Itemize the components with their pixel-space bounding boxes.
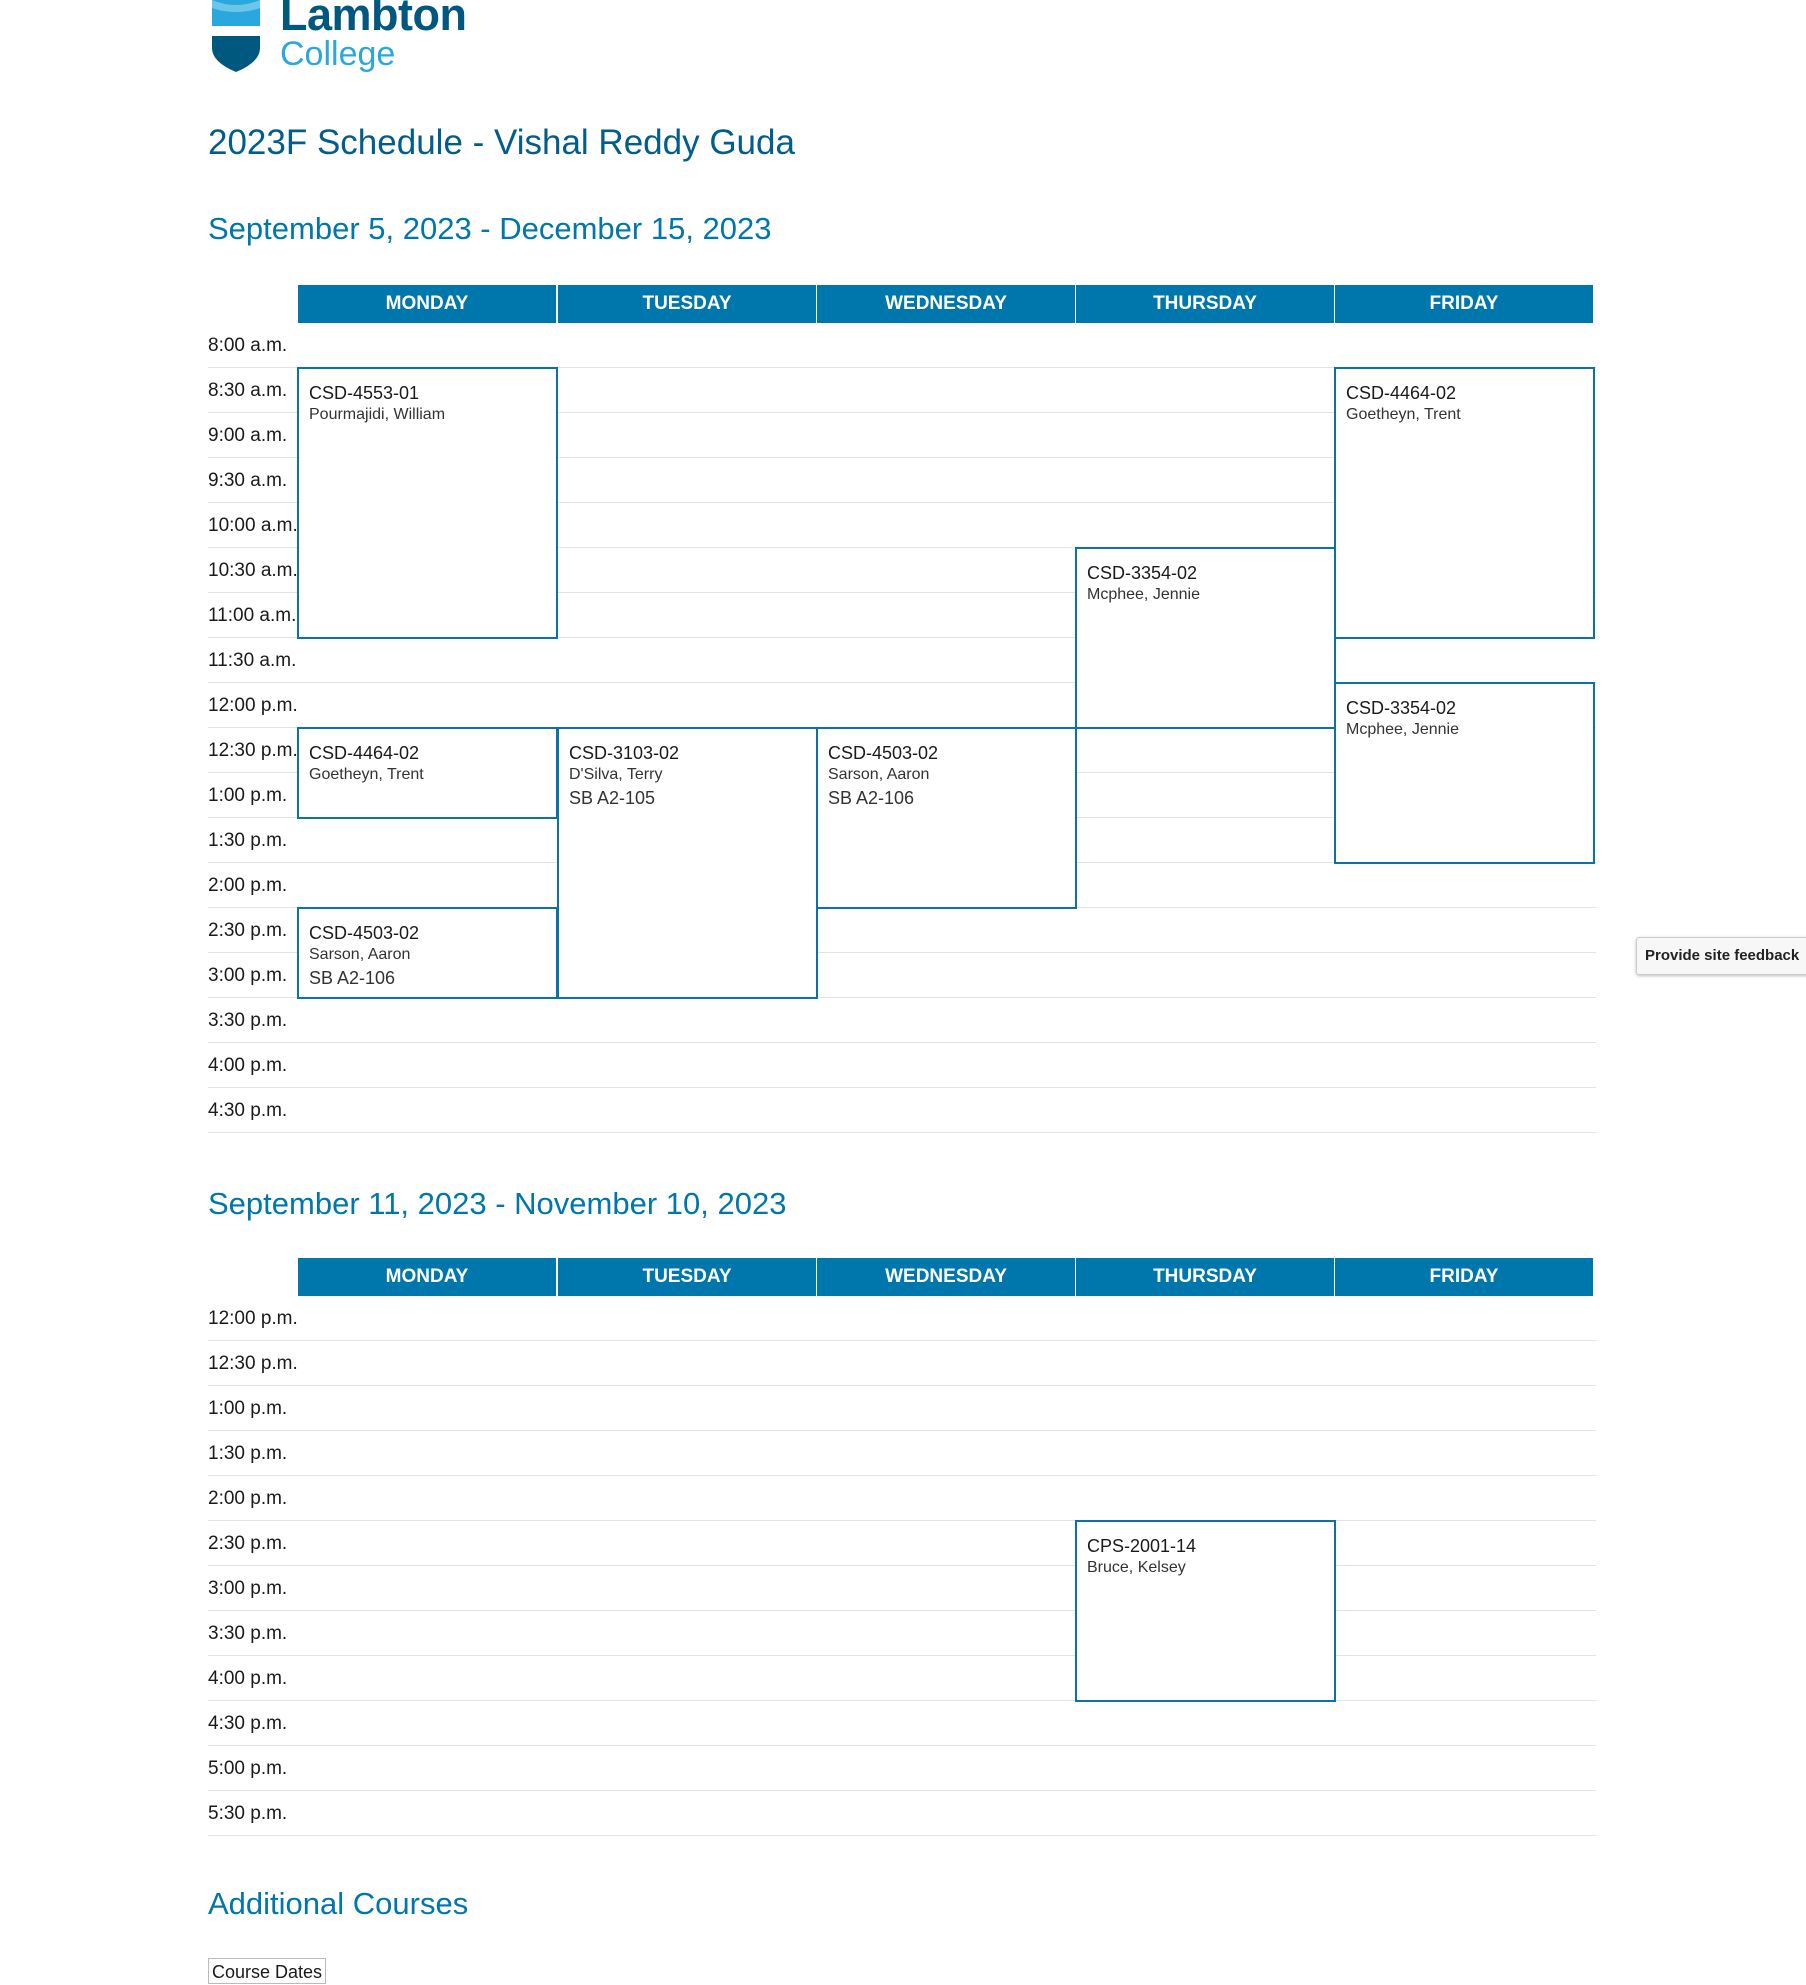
logo-text-college: College bbox=[280, 35, 396, 73]
time-slot-label: 4:30 p.m. bbox=[208, 1713, 288, 1734]
logo-text-lambton: Lambton bbox=[280, 0, 467, 40]
course-dates-header[interactable]: Course Dates bbox=[208, 1958, 327, 1984]
time-slot-label: 9:30 a.m. bbox=[208, 470, 288, 491]
course-code: CSD-3354-02 bbox=[1346, 698, 1457, 718]
time-slot-label: 3:00 p.m. bbox=[208, 1578, 288, 1599]
day-header-tuesday: TUESDAY bbox=[558, 1258, 816, 1296]
time-row: 5:30 p.m. bbox=[208, 1791, 1596, 1836]
time-slot-label: 3:00 p.m. bbox=[208, 965, 288, 986]
day-header-friday: FRIDAY bbox=[1335, 285, 1593, 323]
room-location: SB A2-106 bbox=[828, 788, 915, 808]
time-slot-label: 2:30 p.m. bbox=[208, 920, 288, 941]
course-code: CSD-4464-02 bbox=[309, 743, 420, 763]
time-row: 11:30 a.m. bbox=[208, 638, 1596, 683]
time-row: 4:00 p.m. bbox=[208, 1656, 1596, 1701]
course-code: CSD-3103-02 bbox=[569, 743, 680, 763]
day-header-thursday: THURSDAY bbox=[1076, 285, 1334, 323]
course-block-cps-2001-14[interactable]: CPS-2001-14 Bruce, Kelsey bbox=[1075, 1520, 1336, 1702]
time-slot-label: 12:30 p.m. bbox=[208, 740, 298, 761]
time-slot-label: 8:00 a.m. bbox=[208, 335, 288, 356]
day-header-monday: MONDAY bbox=[298, 285, 556, 323]
time-slot-label: 5:00 p.m. bbox=[208, 1758, 288, 1779]
instructor-name: Sarson, Aaron bbox=[309, 946, 411, 963]
time-row: 3:00 p.m. bbox=[208, 1566, 1596, 1611]
course-block-csd-4464-02[interactable]: CSD-4464-02 Goetheyn, Trent bbox=[297, 727, 558, 819]
time-slot-label: 2:00 p.m. bbox=[208, 1488, 288, 1509]
time-row: 5:00 p.m. bbox=[208, 1746, 1596, 1791]
instructor-name: Mcphee, Jennie bbox=[1346, 721, 1459, 738]
time-slot-label: 12:30 p.m. bbox=[208, 1353, 298, 1374]
course-code: CSD-4464-02 bbox=[1346, 383, 1457, 403]
course-code: CSD-4503-02 bbox=[309, 923, 420, 943]
time-row: 1:00 p.m. bbox=[208, 1386, 1596, 1431]
time-row: 12:00 p.m. bbox=[208, 1296, 1596, 1341]
course-block-csd-4503-02[interactable]: CSD-4503-02 Sarson, Aaron SB A2-106 bbox=[816, 727, 1077, 909]
time-slot-label: 9:00 a.m. bbox=[208, 425, 288, 446]
weekly-schedule-grid: MONDAY TUESDAY WEDNESDAY THURSDAY FRIDAY 12:0… bbox=[208, 1258, 1596, 1836]
time-row: 4:00 p.m. bbox=[208, 1043, 1596, 1088]
time-slot-label: 10:00 a.m. bbox=[208, 515, 298, 536]
site-feedback-button[interactable]: Provide site feedback bbox=[1636, 937, 1806, 975]
course-block-csd-4503-02[interactable]: CSD-4503-02 Sarson, Aaron SB A2-106 bbox=[297, 907, 558, 999]
time-slot-label: 10:30 a.m. bbox=[208, 560, 298, 581]
instructor-name: Goetheyn, Trent bbox=[1346, 406, 1461, 423]
time-slot-label: 3:30 p.m. bbox=[208, 1623, 288, 1644]
day-header-friday: FRIDAY bbox=[1335, 1258, 1593, 1296]
schedule-1-date-range: September 5, 2023 - December 15, 2023 bbox=[208, 211, 772, 246]
time-row: 2:30 p.m. bbox=[208, 1521, 1596, 1566]
instructor-name: Mcphee, Jennie bbox=[1087, 586, 1200, 603]
page-title: 2023F Schedule - Vishal Reddy Guda bbox=[208, 123, 795, 162]
instructor-name: Bruce, Kelsey bbox=[1087, 1559, 1186, 1576]
time-slot-label: 12:00 p.m. bbox=[208, 1308, 298, 1329]
course-block-csd-3354-02[interactable]: CSD-3354-02 Mcphee, Jennie bbox=[1334, 682, 1595, 864]
instructor-name: D'Silva, Terry bbox=[569, 766, 663, 783]
time-row: 3:30 p.m. bbox=[208, 998, 1596, 1043]
time-slot-label: 11:30 a.m. bbox=[208, 650, 297, 671]
day-header-wednesday: WEDNESDAY bbox=[817, 1258, 1075, 1296]
day-header-tuesday: TUESDAY bbox=[558, 285, 816, 323]
time-slot-label: 1:30 p.m. bbox=[208, 830, 288, 851]
time-slot-label: 5:30 p.m. bbox=[208, 1803, 288, 1824]
time-slot-label: 1:00 p.m. bbox=[208, 1398, 288, 1419]
time-row: 3:30 p.m. bbox=[208, 1611, 1596, 1656]
course-code: CSD-4553-01 bbox=[309, 383, 420, 403]
day-header-monday: MONDAY bbox=[298, 1258, 556, 1296]
schedule-2-date-range: September 11, 2023 - November 10, 2023 bbox=[208, 1186, 787, 1221]
time-slot-label: 2:00 p.m. bbox=[208, 875, 288, 896]
time-row: 4:30 p.m. bbox=[208, 1088, 1596, 1133]
time-slot-label: 12:00 p.m. bbox=[208, 695, 298, 716]
course-code: CSD-4503-02 bbox=[828, 743, 939, 763]
time-row: 4:30 p.m. bbox=[208, 1701, 1596, 1746]
course-code: CPS-2001-14 bbox=[1087, 1536, 1197, 1556]
instructor-name: Goetheyn, Trent bbox=[309, 766, 424, 783]
time-slot-label: 3:30 p.m. bbox=[208, 1010, 288, 1031]
time-slot-label: 1:00 p.m. bbox=[208, 785, 288, 806]
time-slot-label: 4:00 p.m. bbox=[208, 1668, 288, 1689]
instructor-name: Pourmajidi, William bbox=[309, 406, 446, 423]
time-row: 8:00 a.m. bbox=[208, 323, 1596, 368]
weekly-schedule-grid: MONDAY TUESDAY WEDNESDAY THURSDAY FRIDAY 8:00… bbox=[208, 285, 1596, 1133]
time-slot-label: 8:30 a.m. bbox=[208, 380, 288, 401]
day-header-thursday: THURSDAY bbox=[1076, 1258, 1334, 1296]
course-block-csd-3103-02[interactable]: CSD-3103-02 D'Silva, Terry SB A2-105 bbox=[557, 727, 818, 999]
time-row: 2:00 p.m. bbox=[208, 1476, 1596, 1521]
room-location: SB A2-106 bbox=[309, 968, 396, 988]
time-slot-label: 4:00 p.m. bbox=[208, 1055, 288, 1076]
day-header-wednesday: WEDNESDAY bbox=[817, 285, 1075, 323]
lambton-college-logo[interactable]: Lambton College bbox=[208, 0, 478, 78]
time-slot-label: 2:30 p.m. bbox=[208, 1533, 288, 1554]
room-location: SB A2-105 bbox=[569, 788, 656, 808]
instructor-name: Sarson, Aaron bbox=[828, 766, 930, 783]
course-block-csd-3354-02[interactable]: CSD-3354-02 Mcphee, Jennie bbox=[1075, 547, 1336, 729]
time-row: 1:30 p.m. bbox=[208, 1431, 1596, 1476]
time-slot-label: 4:30 p.m. bbox=[208, 1100, 288, 1121]
time-slot-label: 1:30 p.m. bbox=[208, 1443, 288, 1464]
time-slot-label: 11:00 a.m. bbox=[208, 605, 297, 626]
course-block-csd-4464-02[interactable]: CSD-4464-02 Goetheyn, Trent bbox=[1334, 367, 1595, 639]
shield-icon bbox=[212, 0, 260, 72]
course-code: CSD-3354-02 bbox=[1087, 563, 1198, 583]
additional-courses-heading: Additional Courses bbox=[208, 1886, 469, 1921]
time-row: 12:30 p.m. bbox=[208, 1341, 1596, 1386]
course-block-csd-4553-01[interactable]: CSD-4553-01 Pourmajidi, William bbox=[297, 367, 558, 639]
